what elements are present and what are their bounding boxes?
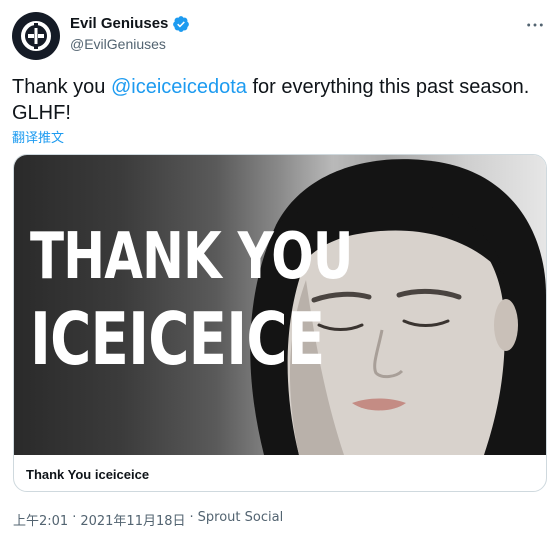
tweet-metadata: 上午2:01 · 2021年11月18日 · Sprout Social [13, 510, 283, 529]
verified-badge-icon [172, 15, 190, 33]
tweet-text: Thank you @iceiceicedota for everything … [12, 74, 548, 126]
tweet: Evil Geniuses @EvilGeniuses Thank you @i… [0, 0, 560, 534]
handle[interactable]: @EvilGeniuses [70, 34, 190, 54]
card-image[interactable]: THANK YOU ICEICEICE [14, 155, 546, 455]
card-overlay-line-1: THANK YOU [30, 220, 353, 294]
card-title[interactable]: Thank You iceiceice [26, 467, 149, 482]
link-card[interactable]: THANK YOU ICEICEICE Thank You iceiceice [13, 154, 547, 492]
author-info: Evil Geniuses @EvilGeniuses [70, 14, 190, 54]
tweet-source[interactable]: Sprout Social [198, 510, 284, 529]
card-overlay-line-2: ICEICEICE [30, 297, 325, 381]
tweet-text-before: Thank you [12, 76, 111, 98]
mention-link[interactable]: @iceiceicedota [111, 76, 247, 98]
tweet-date[interactable]: 2021年11月18日 [80, 510, 185, 529]
more-options-icon[interactable] [524, 16, 546, 34]
avatar[interactable] [12, 12, 60, 60]
evil-geniuses-logo-icon [21, 21, 51, 51]
tweet-time[interactable]: 上午2:01 [13, 510, 68, 529]
meta-separator: · [72, 510, 77, 525]
name-row: Evil Geniuses [70, 14, 190, 34]
display-name[interactable]: Evil Geniuses [70, 14, 168, 34]
translate-tweet-link[interactable]: 翻译推文 [12, 127, 64, 146]
meta-separator: · [189, 510, 194, 525]
